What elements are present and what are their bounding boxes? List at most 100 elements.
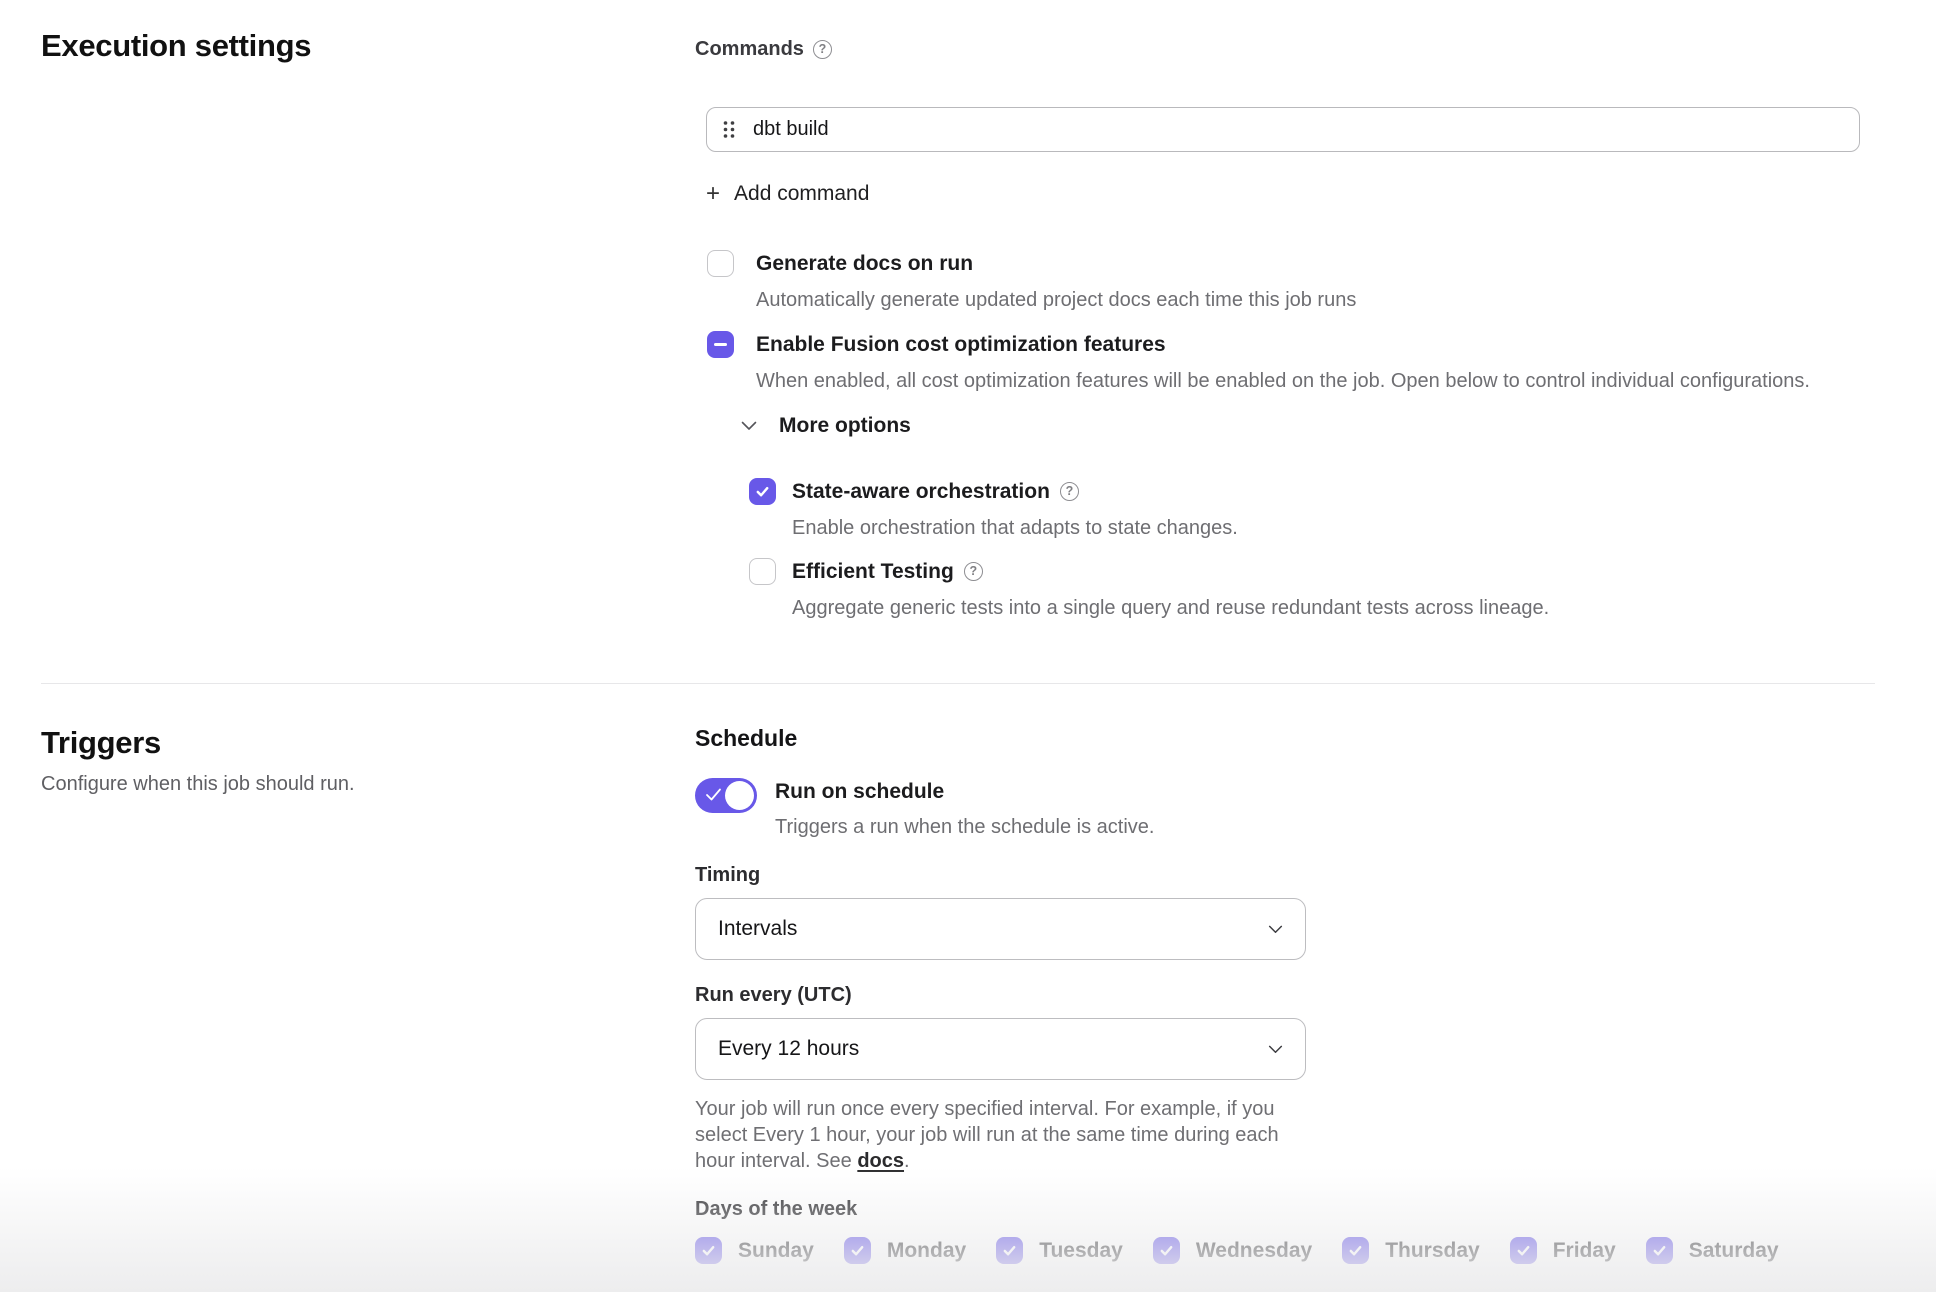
option-enable-fusion: Enable Fusion cost optimization features… xyxy=(707,331,1875,394)
interval-help-suffix: . xyxy=(904,1150,910,1172)
schedule-form: Schedule Run on schedule Triggers a run … xyxy=(695,725,1875,1264)
option-texts: Efficient Testing ? Aggregate generic te… xyxy=(792,558,1549,621)
check-icon xyxy=(1516,1243,1531,1258)
option-label-text: Generate docs on run xyxy=(756,250,973,277)
monday-checkbox[interactable] xyxy=(844,1237,871,1264)
option-label: State-aware orchestration ? xyxy=(792,478,1238,505)
wednesday-checkbox[interactable] xyxy=(1153,1237,1180,1264)
drag-handle-icon[interactable] xyxy=(723,120,735,139)
friday-checkbox[interactable] xyxy=(1510,1237,1537,1264)
option-description: When enabled, all cost optimization feat… xyxy=(756,368,1810,394)
option-label-text: State-aware orchestration xyxy=(792,478,1050,505)
fusion-sub-options: State-aware orchestration ? Enable orche… xyxy=(749,478,1875,621)
commands-help-icon[interactable]: ? xyxy=(813,40,832,59)
chevron-down-icon xyxy=(1268,925,1283,934)
option-state-aware: State-aware orchestration ? Enable orche… xyxy=(749,478,1875,541)
check-icon xyxy=(755,484,770,499)
day-item-thursday: Thursday xyxy=(1342,1237,1480,1264)
check-icon xyxy=(1159,1243,1174,1258)
day-label: Wednesday xyxy=(1196,1239,1312,1263)
plus-icon: + xyxy=(706,182,720,206)
more-options-toggle[interactable]: More options xyxy=(741,414,911,438)
interval-help-text: Your job will run once every specified i… xyxy=(695,1096,1295,1174)
interval-help-prefix: Your job will run once every specified i… xyxy=(695,1098,1279,1172)
run-on-schedule-row: Run on schedule Triggers a run when the … xyxy=(695,778,1875,840)
toggle-knob xyxy=(725,781,754,810)
toggle-check-icon xyxy=(705,787,722,802)
schedule-title: Schedule xyxy=(695,725,1875,752)
run-every-label: Run every (UTC) xyxy=(695,984,1875,1007)
add-command-button[interactable]: + Add command xyxy=(706,182,869,206)
command-input[interactable] xyxy=(753,108,1843,151)
day-item-sunday: Sunday xyxy=(695,1237,814,1264)
chevron-down-icon xyxy=(741,421,757,431)
day-label: Sunday xyxy=(738,1239,814,1263)
state-aware-checkbox[interactable] xyxy=(749,478,776,505)
option-generate-docs: Generate docs on run Automatically gener… xyxy=(707,250,1875,313)
job-settings-page: Execution settings Commands ? + Add comm… xyxy=(0,0,1936,1264)
day-item-wednesday: Wednesday xyxy=(1153,1237,1312,1264)
day-item-monday: Monday xyxy=(844,1237,966,1264)
add-command-label: Add command xyxy=(734,182,869,206)
day-item-saturday: Saturday xyxy=(1646,1237,1779,1264)
execution-settings-section: Execution settings Commands ? + Add comm… xyxy=(41,28,1875,683)
check-icon xyxy=(1348,1243,1363,1258)
command-row xyxy=(706,107,1860,152)
triggers-left: Triggers Configure when this job should … xyxy=(41,725,695,1264)
option-description: Automatically generate updated project d… xyxy=(756,287,1356,313)
day-label: Friday xyxy=(1553,1239,1616,1263)
day-item-friday: Friday xyxy=(1510,1237,1616,1264)
option-label-text: Efficient Testing xyxy=(792,558,954,585)
triggers-section: Triggers Configure when this job should … xyxy=(41,684,1875,1264)
option-label-text: Enable Fusion cost optimization features xyxy=(756,331,1166,358)
option-label: Enable Fusion cost optimization features xyxy=(756,331,1810,358)
run-every-select[interactable]: Every 12 hours xyxy=(695,1018,1306,1080)
days-of-week-label: Days of the week xyxy=(695,1198,1875,1221)
option-label: Efficient Testing ? xyxy=(792,558,1549,585)
day-item-tuesday: Tuesday xyxy=(996,1237,1123,1264)
docs-link[interactable]: docs xyxy=(857,1150,904,1172)
check-icon xyxy=(1652,1243,1667,1258)
timing-select[interactable]: Intervals xyxy=(695,898,1306,960)
tuesday-checkbox[interactable] xyxy=(996,1237,1023,1264)
check-icon xyxy=(850,1243,865,1258)
commands-label-text: Commands xyxy=(695,38,804,61)
option-texts: Enable Fusion cost optimization features… xyxy=(756,331,1810,394)
day-label: Saturday xyxy=(1689,1239,1779,1263)
option-description: Aggregate generic tests into a single qu… xyxy=(792,595,1549,621)
triggers-subtitle: Configure when this job should run. xyxy=(41,773,695,796)
option-efficient-testing: Efficient Testing ? Aggregate generic te… xyxy=(749,558,1875,621)
toggle-texts: Run on schedule Triggers a run when the … xyxy=(775,778,1154,840)
triggers-title: Triggers xyxy=(41,725,695,761)
run-on-schedule-label: Run on schedule xyxy=(775,778,1154,805)
run-every-select-value: Every 12 hours xyxy=(718,1037,859,1061)
execution-settings-left: Execution settings xyxy=(41,28,695,683)
state-aware-help-icon[interactable]: ? xyxy=(1060,482,1079,501)
saturday-checkbox[interactable] xyxy=(1646,1237,1673,1264)
efficient-testing-help-icon[interactable]: ? xyxy=(964,562,983,581)
option-description: Enable orchestration that adapts to stat… xyxy=(792,515,1238,541)
check-icon xyxy=(701,1243,716,1258)
more-options-label: More options xyxy=(779,414,911,438)
timing-select-value: Intervals xyxy=(718,917,797,941)
run-on-schedule-description: Triggers a run when the schedule is acti… xyxy=(775,814,1154,840)
timing-label: Timing xyxy=(695,864,1875,887)
days-of-week-row: Sunday Monday Tuesday xyxy=(695,1237,1875,1264)
thursday-checkbox[interactable] xyxy=(1342,1237,1369,1264)
check-icon xyxy=(1002,1243,1017,1258)
enable-fusion-checkbox[interactable] xyxy=(707,331,734,358)
run-on-schedule-toggle[interactable] xyxy=(695,778,757,813)
day-label: Tuesday xyxy=(1039,1239,1123,1263)
option-texts: Generate docs on run Automatically gener… xyxy=(756,250,1356,313)
execution-settings-title: Execution settings xyxy=(41,28,695,64)
option-label: Generate docs on run xyxy=(756,250,1356,277)
sunday-checkbox[interactable] xyxy=(695,1237,722,1264)
efficient-testing-checkbox[interactable] xyxy=(749,558,776,585)
execution-options: Generate docs on run Automatically gener… xyxy=(707,250,1875,394)
option-texts: State-aware orchestration ? Enable orche… xyxy=(792,478,1238,541)
execution-settings-form: Commands ? + Add command xyxy=(695,28,1875,683)
commands-label: Commands ? xyxy=(695,38,1875,61)
chevron-down-icon xyxy=(1268,1045,1283,1054)
generate-docs-checkbox[interactable] xyxy=(707,250,734,277)
minus-icon xyxy=(714,343,727,347)
